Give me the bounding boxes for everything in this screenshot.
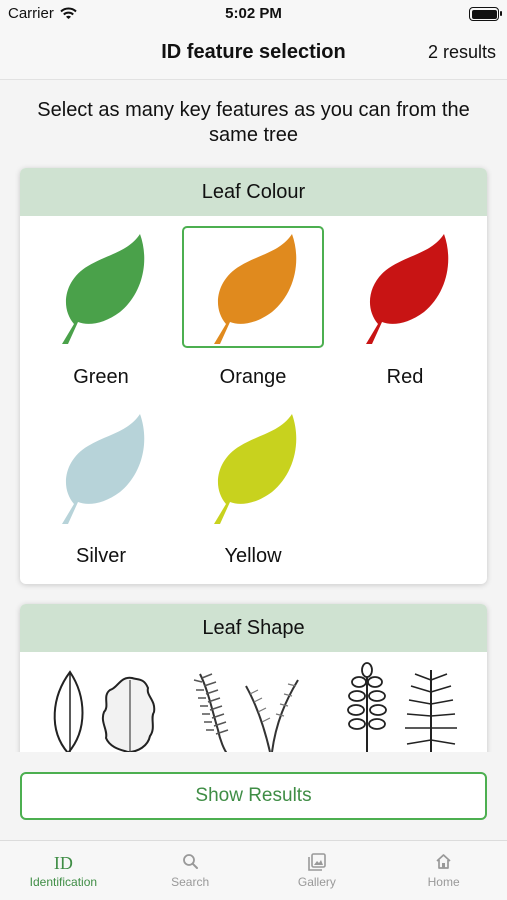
tab-bar: ID Identification Search Gallery Home: [0, 840, 507, 900]
leaf-colour-option-orange[interactable]: [182, 226, 324, 348]
leaf-colour-card: Leaf Colour Green Orange Red Silver Yell…: [20, 168, 487, 584]
tab-search[interactable]: Search: [127, 841, 254, 900]
battery-icon: [469, 7, 502, 21]
green-leaf-icon: [62, 234, 145, 344]
leaf-colour-label-yellow: Yellow: [224, 545, 282, 567]
show-results-button[interactable]: Show Results: [20, 772, 487, 820]
identification-icon: ID: [53, 853, 73, 873]
tab-gallery-label: Gallery: [297, 875, 336, 889]
home-icon: [380, 841, 507, 871]
status-time: 5:02 PM: [225, 5, 282, 22]
instructions-text: Select as many key features as you can f…: [37, 99, 470, 146]
leaf-colour-option-red[interactable]: [334, 226, 476, 348]
simple-leaf-shape-icon[interactable]: [40, 660, 170, 755]
leaf-shape-header: Leaf Shape: [20, 604, 487, 652]
tab-home[interactable]: Home: [380, 841, 507, 900]
results-count[interactable]: 2 results: [428, 42, 496, 63]
tab-home-label: Home: [427, 875, 460, 889]
orange-leaf-icon: [214, 234, 297, 344]
nav-bar: ID feature selection 2 results: [0, 28, 507, 80]
leaf-colour-label-silver: Silver: [75, 545, 126, 567]
silver-leaf-icon: [62, 414, 145, 524]
compound-leaf-shape-icon[interactable]: [345, 660, 465, 755]
needle-leaf-shape-icon[interactable]: [190, 660, 310, 755]
tab-identification[interactable]: ID Identification: [0, 841, 127, 900]
tab-identification-label: Identification: [29, 875, 98, 889]
yellow-leaf-icon: [214, 414, 297, 524]
status-bar: Carrier 5:02 PM: [0, 0, 507, 28]
leaf-colour-label-orange: Orange: [219, 366, 287, 388]
tab-search-label: Search: [171, 875, 210, 889]
leaf-colour-label-red: Red: [386, 366, 424, 388]
search-icon: [127, 841, 254, 871]
red-leaf-icon: [366, 234, 449, 344]
tab-gallery[interactable]: Gallery: [254, 841, 381, 900]
leaf-colour-label-green: Green: [73, 366, 129, 388]
leaf-colour-header: Leaf Colour: [20, 168, 487, 216]
leaf-colour-option-green[interactable]: [30, 226, 172, 348]
gallery-icon: [254, 841, 381, 871]
leaf-colour-option-silver[interactable]: [30, 406, 172, 528]
leaf-colour-option-yellow[interactable]: [182, 406, 324, 528]
